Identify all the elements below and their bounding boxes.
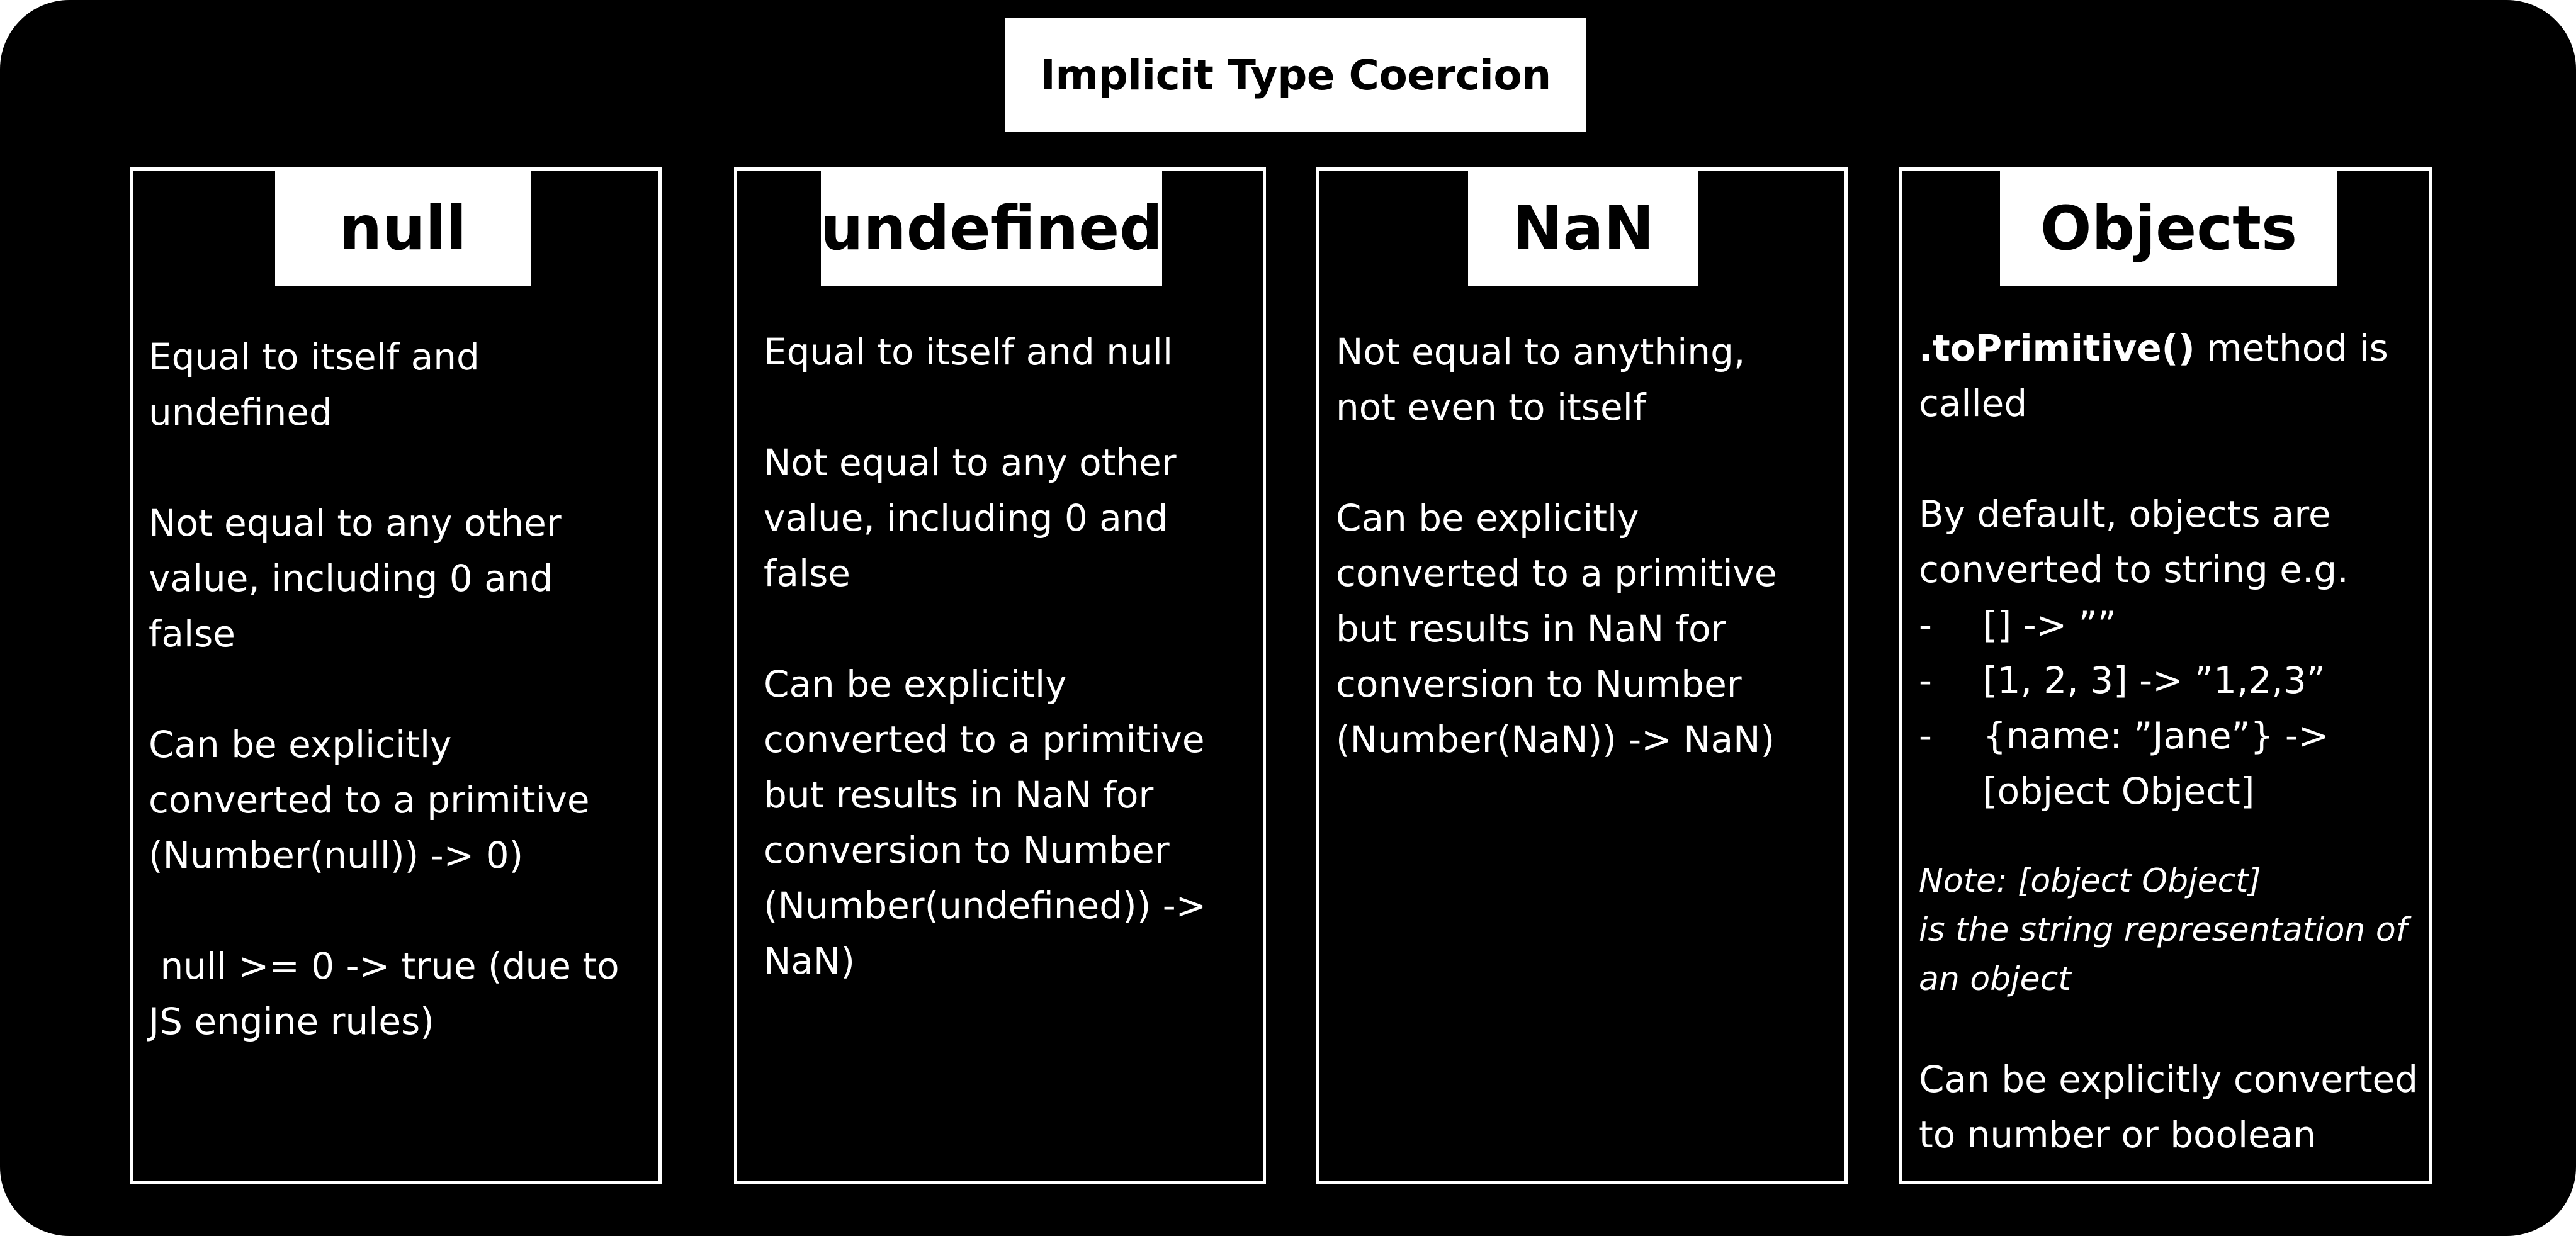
column-undefined-paragraph: Equal to itself and null <box>764 330 1173 373</box>
column-objects-intro: .toPrimitive() method is called <box>1919 320 2429 431</box>
column-null: null Equal to itself and undefined Not e… <box>130 167 662 1184</box>
column-null-paragraph: Not equal to any other value, including … <box>149 502 562 655</box>
note-line: Note: [object Object] <box>1919 862 2261 900</box>
column-nan-header-text: NaN <box>1512 193 1654 264</box>
column-null-header: null <box>275 171 531 286</box>
column-undefined-paragraph: Not equal to any other value, including … <box>764 441 1177 595</box>
diagram-title: Implicit Type Coercion <box>1005 18 1586 132</box>
column-objects-header: Objects <box>2000 171 2337 286</box>
column-objects-header-text: Objects <box>2040 193 2298 264</box>
bullet-marker: - <box>1919 714 1932 757</box>
bullet-text: [1, 2, 3] -> ”1,2,3” <box>1983 659 2325 702</box>
column-nan-paragraph: Not equal to anything, not even to itsel… <box>1336 330 1746 429</box>
column-undefined-header-text: undefined <box>820 193 1163 264</box>
column-undefined-paragraph: Can be explicitly converted to a primiti… <box>764 663 1207 982</box>
bullet-list: - [] -> ”” - [1, 2, 3] -> ”1,2,3” - {nam… <box>1919 597 2429 819</box>
column-nan-body: Not equal to anything, not even to itsel… <box>1319 324 1844 767</box>
bullet-marker: - <box>1919 659 1932 702</box>
method-name: .toPrimitive() <box>1919 327 2195 369</box>
column-null-header-text: null <box>339 193 467 264</box>
column-objects-final-text: Can be explicitly converted to number or… <box>1919 1058 2419 1156</box>
column-null-paragraph: null >= 0 -> true (due to JS engine rule… <box>149 945 619 1043</box>
note-line: is the string representation of <box>1919 911 2408 949</box>
note-line: an object <box>1919 960 2071 998</box>
column-undefined: undefined Equal to itself and null Not e… <box>734 167 1266 1184</box>
column-undefined-header: undefined <box>820 171 1163 286</box>
column-nan-paragraph: Can be explicitly converted to a primiti… <box>1336 497 1777 761</box>
column-nan: NaN Not equal to anything, not even to i… <box>1316 167 1848 1184</box>
diagram-title-text: Implicit Type Coercion <box>1040 50 1551 99</box>
bullet-item: - {name: ”Jane”} -> [object Object] <box>1919 708 2429 819</box>
column-null-paragraph: Can be explicitly converted to a primiti… <box>149 723 590 877</box>
diagram-canvas: Implicit Type Coercion null Equal to its… <box>0 0 2576 1236</box>
column-objects-body: .toPrimitive() method is called By defau… <box>1902 320 2429 1162</box>
note: Note: [object Object] is the string repr… <box>1919 857 2429 1004</box>
bullet-marker: - <box>1919 604 1932 646</box>
column-undefined-body: Equal to itself and null Not equal to an… <box>737 324 1263 989</box>
bullet-item: - [] -> ”” <box>1919 597 2429 653</box>
column-objects: Objects .toPrimitive() method is called … <box>1899 167 2432 1184</box>
column-objects-default-text: By default, objects are converted to str… <box>1919 493 2349 591</box>
column-null-paragraph: Equal to itself and undefined <box>149 335 480 434</box>
bullet-item: - [1, 2, 3] -> ”1,2,3” <box>1919 653 2429 708</box>
bullet-text: {name: ”Jane”} -> [object Object] <box>1983 714 2329 812</box>
column-null-body: Equal to itself and undefined Not equal … <box>133 329 658 1049</box>
bullet-text: [] -> ”” <box>1983 604 2116 646</box>
column-nan-header: NaN <box>1468 171 1698 286</box>
